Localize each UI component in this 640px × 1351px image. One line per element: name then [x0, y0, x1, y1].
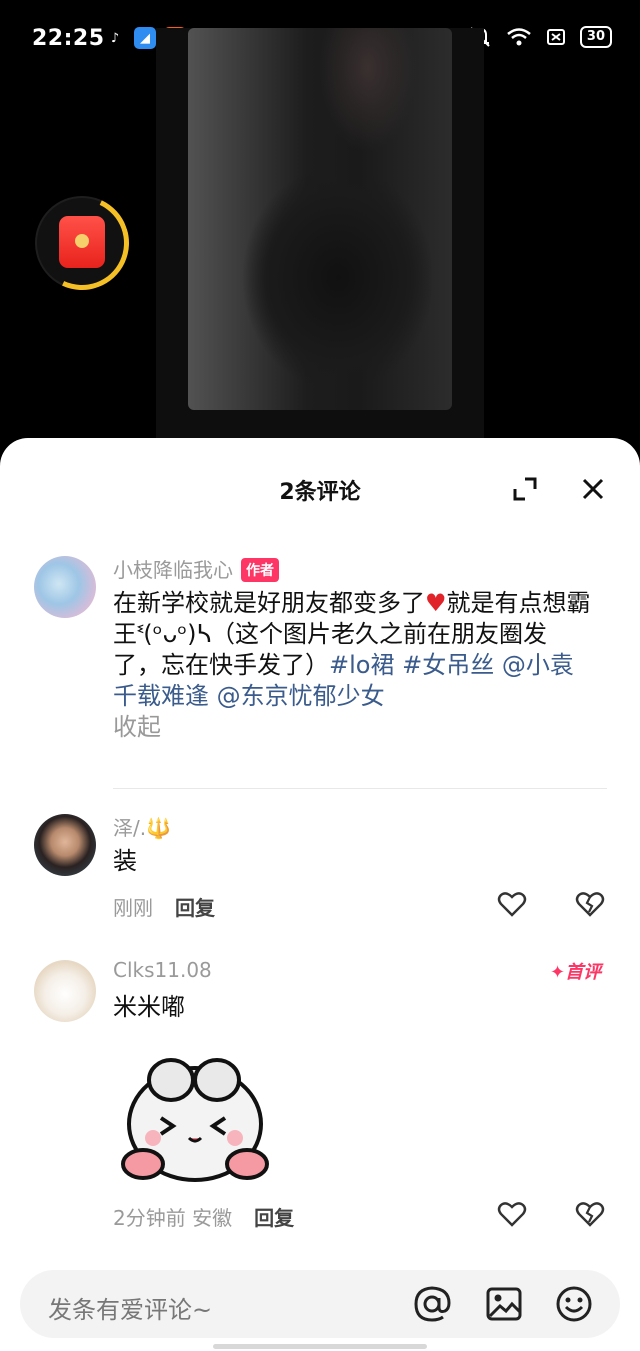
emoji-icon[interactable]: [554, 1284, 594, 1324]
comment-input-placeholder[interactable]: 发条有爱评论~: [48, 1290, 212, 1325]
like-heart-icon[interactable]: [497, 1200, 527, 1228]
author-avatar[interactable]: [34, 556, 96, 618]
comment-input-bar[interactable]: 发条有爱评论~: [20, 1270, 620, 1338]
video-player[interactable]: [156, 28, 484, 440]
divider: [113, 788, 607, 789]
hashtag-lo[interactable]: #lo裙: [329, 651, 394, 679]
close-icon[interactable]: [580, 476, 606, 502]
bunny-sticker-image: [121, 1058, 269, 1182]
comment-location: 安徽: [192, 1206, 233, 1230]
commenter-avatar[interactable]: [34, 814, 96, 876]
heart-emoji-icon: ♥: [425, 589, 447, 617]
post-text-part1: 在新学校就是好朋友都变多了: [113, 589, 425, 617]
image-icon[interactable]: [484, 1284, 524, 1324]
sheet-title: 2条评论: [279, 480, 361, 505]
dislike-broken-heart-icon[interactable]: [575, 890, 605, 918]
dislike-broken-heart-icon[interactable]: [575, 1200, 605, 1228]
sim-icon: [546, 29, 565, 45]
video-frame-image: [188, 28, 452, 410]
status-time: 22:25: [32, 26, 105, 51]
comment-sheet: 2条评论 小枝降临我心 作者 在新学校就是好朋友都变多了♥就是有点想霸王ᓫ(ᵒᴗᵒ…: [0, 438, 640, 1351]
hashtag-nvdiaosi[interactable]: #女吊丝: [402, 651, 494, 679]
first-comment-badge: ✦首评: [550, 962, 602, 983]
comment-text: 装: [113, 847, 137, 875]
commenter-username[interactable]: 泽/.🔱: [113, 812, 171, 841]
battery-indicator: 30: [579, 26, 612, 48]
wifi-icon: [507, 28, 531, 46]
comment-time: 2分钟前: [113, 1206, 186, 1230]
reply-button[interactable]: 回复: [175, 896, 215, 920]
red-packet-button[interactable]: [21, 182, 143, 304]
commenter-username[interactable]: Clks11.08: [113, 958, 212, 982]
red-envelope-icon: [59, 216, 105, 268]
mention-dongjing[interactable]: @东京忧郁少女: [217, 682, 385, 710]
at-icon[interactable]: [412, 1284, 452, 1324]
expand-icon[interactable]: [512, 476, 538, 502]
like-heart-icon[interactable]: [497, 890, 527, 918]
commenter-avatar[interactable]: [34, 960, 96, 1022]
blue-app-icon: ◢: [134, 27, 156, 49]
home-indicator[interactable]: [213, 1344, 427, 1349]
status-right: 30: [468, 26, 612, 48]
comment-text: 米米嘟: [113, 993, 185, 1021]
reply-button[interactable]: 回复: [254, 1206, 294, 1230]
author-username[interactable]: 小枝降临我心: [113, 558, 233, 582]
collapse-link[interactable]: 收起: [113, 713, 161, 741]
tiktok-icon: ♪: [104, 27, 126, 49]
comment-time: 刚刚: [113, 896, 153, 920]
post-text: 在新学校就是好朋友都变多了♥就是有点想霸王ᓫ(ᵒᴗᵒ)ᓴ（这个图片老久之前在朋友…: [113, 588, 593, 743]
author-tag: 作者: [241, 558, 279, 582]
